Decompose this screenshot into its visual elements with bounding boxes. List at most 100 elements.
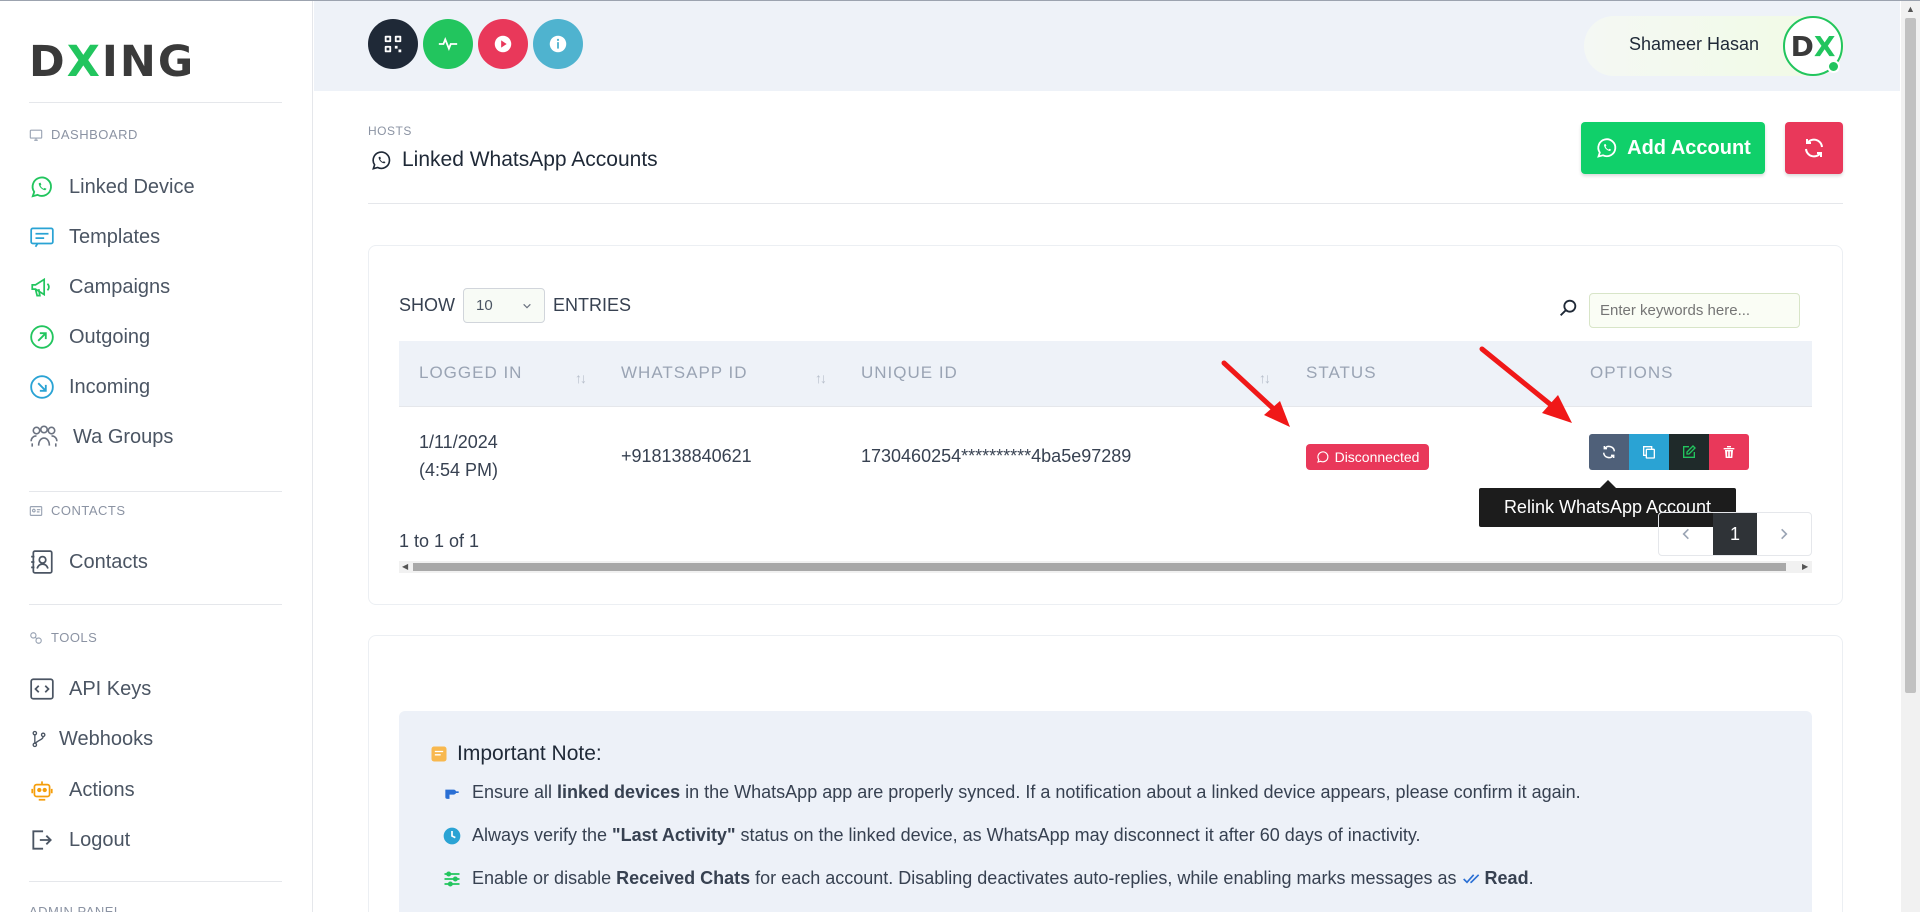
- page-title: Linked WhatsApp Accounts: [370, 148, 658, 172]
- sidebar-item-incoming[interactable]: Incoming: [29, 374, 150, 400]
- refresh-icon: [1602, 445, 1616, 459]
- info-button[interactable]: [533, 19, 583, 69]
- cell-whatsapp-id: +918138840621: [621, 446, 752, 466]
- search-icon: [1560, 299, 1577, 316]
- sidebar-divider: [29, 604, 282, 605]
- annotation-arrow: [1479, 346, 1572, 423]
- sort-icon[interactable]: ↑↓: [575, 370, 587, 386]
- prev-page-button[interactable]: [1659, 513, 1713, 555]
- qr-code-button[interactable]: [368, 19, 418, 69]
- scroll-right-icon[interactable]: ▶: [1802, 561, 1808, 573]
- code-icon: [30, 678, 54, 700]
- sidebar-item-templates[interactable]: Templates: [29, 224, 160, 250]
- sidebar-item-api-keys[interactable]: API Keys: [29, 676, 151, 702]
- chevron-right-icon: [1781, 528, 1788, 540]
- scroll-thumb[interactable]: [413, 563, 1786, 571]
- column-header-options: OPTIONS: [1590, 363, 1674, 382]
- breadcrumb: HOSTS: [368, 124, 412, 138]
- copy-icon: [1643, 446, 1655, 459]
- sidebar-item-logout[interactable]: Logout: [29, 827, 130, 853]
- tooltip-arrow: [1600, 480, 1616, 488]
- app-logo[interactable]: DXING: [29, 37, 195, 87]
- column-header-whatsapp-id[interactable]: WHATSAPP ID: [621, 363, 748, 383]
- horizontal-scrollbar[interactable]: ◀ ▶: [399, 561, 1812, 573]
- section-contacts: CONTACTS: [29, 503, 126, 518]
- scroll-left-icon[interactable]: ◀: [402, 561, 408, 573]
- sliders-icon: [444, 871, 460, 887]
- contact-book-icon: [31, 550, 53, 574]
- page-size-select[interactable]: 10: [463, 288, 545, 323]
- user-name: Shameer Hasan: [1629, 34, 1760, 54]
- monitor-icon: [29, 129, 43, 141]
- sidebar: DXING DASHBOARD Linked Device Templates …: [0, 1, 313, 912]
- activity-button[interactable]: [423, 19, 473, 69]
- trash-icon: [1723, 446, 1735, 458]
- section-tools: TOOLS: [29, 630, 97, 645]
- arrow-down-right-icon: [30, 375, 54, 399]
- column-header-logged-in[interactable]: LOGGED IN: [419, 363, 522, 383]
- edit-button[interactable]: [1669, 434, 1709, 470]
- double-check-icon: [1462, 874, 1479, 884]
- note-item: Always verify the "Last Activity" status…: [442, 825, 1421, 846]
- status-badge: Disconnected: [1306, 444, 1429, 470]
- sort-icon[interactable]: ↑↓: [815, 370, 827, 386]
- clock-icon: [443, 827, 461, 844]
- sidebar-item-contacts[interactable]: Contacts: [29, 549, 148, 575]
- add-account-button[interactable]: Add Account: [1581, 122, 1765, 174]
- scroll-thumb[interactable]: [1905, 18, 1916, 693]
- copy-button[interactable]: [1629, 434, 1669, 470]
- hand-pointer-icon: [445, 789, 459, 799]
- pagination: 1: [1658, 512, 1812, 556]
- robot-icon: [31, 781, 53, 801]
- branch-icon: [32, 730, 46, 748]
- chevron-down-icon: [523, 303, 531, 309]
- page-size-control: SHOW 10 ENTRIES: [399, 288, 631, 323]
- info-icon: [549, 35, 567, 53]
- whatsapp-icon: [1316, 451, 1328, 463]
- sidebar-item-wa-groups[interactable]: Wa Groups: [29, 424, 173, 450]
- sidebar-item-linked-device[interactable]: Linked Device: [29, 174, 195, 200]
- whatsapp-icon: [1597, 138, 1617, 158]
- table-info: 1 to 1 of 1: [399, 531, 480, 551]
- megaphone-icon: [31, 277, 50, 297]
- delete-button[interactable]: [1709, 434, 1749, 470]
- cell-logged-in-time: (4:54 PM): [419, 460, 499, 480]
- qr-icon: [384, 35, 402, 53]
- id-card-icon: [29, 505, 43, 516]
- whatsapp-icon: [31, 176, 52, 198]
- note-item: Enable or disable Received Chats for eac…: [442, 868, 1534, 889]
- cell-unique-id: 1730460254**********4ba5e97289: [861, 446, 1132, 466]
- play-icon: [494, 35, 512, 53]
- edit-icon: [1683, 445, 1696, 458]
- play-button[interactable]: [478, 19, 528, 69]
- note-item: Ensure all linked devices in the WhatsAp…: [442, 782, 1581, 803]
- arrow-up-right-icon: [30, 325, 54, 349]
- column-header-status: STATUS: [1306, 363, 1377, 382]
- refresh-button[interactable]: [1785, 122, 1843, 174]
- scroll-up-icon[interactable]: ▲: [1906, 4, 1915, 14]
- header-divider: [368, 203, 1843, 204]
- cell-logged-in-date: 1/11/2024: [419, 432, 498, 452]
- section-dashboard: DASHBOARD: [29, 127, 138, 142]
- sidebar-divider: [29, 491, 282, 492]
- search-input[interactable]: [1589, 293, 1800, 328]
- annotation-arrow: [1221, 360, 1290, 427]
- sidebar-item-actions[interactable]: Actions: [29, 777, 135, 803]
- user-menu[interactable]: Shameer Hasan DX: [1584, 16, 1844, 76]
- logout-icon: [32, 830, 52, 850]
- section-admin: ADMIN PANEL: [29, 904, 122, 912]
- column-header-unique-id[interactable]: UNIQUE ID: [861, 363, 958, 383]
- page-scrollbar[interactable]: ▲: [1901, 1, 1920, 912]
- pulse-icon: [438, 36, 458, 52]
- refresh-icon: [1805, 138, 1823, 158]
- whatsapp-icon: [372, 150, 391, 170]
- sidebar-item-webhooks[interactable]: Webhooks: [29, 726, 153, 752]
- sidebar-item-campaigns[interactable]: Campaigns: [29, 274, 170, 300]
- chevron-left-icon: [1682, 528, 1689, 540]
- sidebar-item-outgoing[interactable]: Outgoing: [29, 324, 150, 350]
- relink-button[interactable]: [1589, 434, 1629, 470]
- note-title: Important Note:: [429, 742, 602, 766]
- next-page-button[interactable]: [1757, 513, 1811, 555]
- online-status-dot: [1827, 60, 1840, 73]
- page-button-current[interactable]: 1: [1713, 513, 1757, 555]
